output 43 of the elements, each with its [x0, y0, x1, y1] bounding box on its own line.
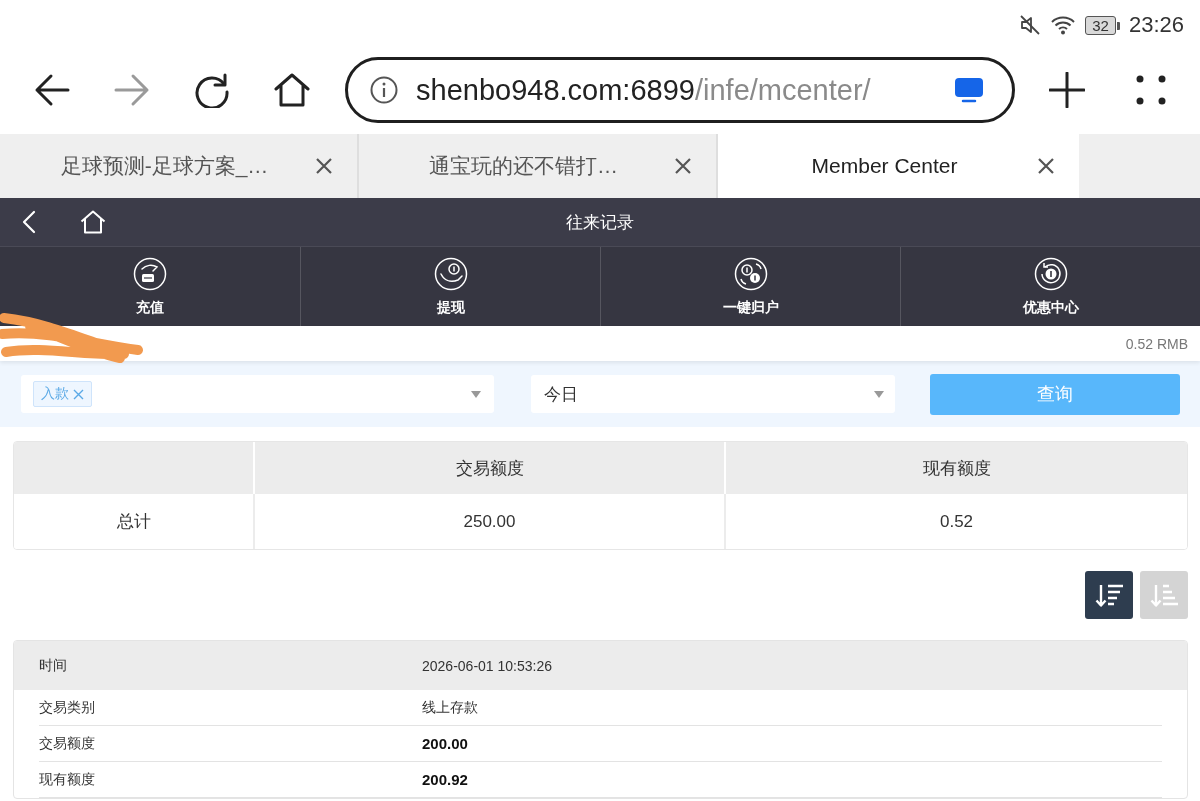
- period-select[interactable]: 今日: [531, 375, 895, 413]
- balance-text: 0.52 RMB: [1125, 335, 1188, 352]
- back-icon[interactable]: [22, 210, 36, 234]
- sort-descending-icon: [1094, 582, 1124, 608]
- field-value: 200.00: [422, 735, 469, 752]
- new-tab-icon[interactable]: [1049, 72, 1085, 108]
- reload-icon[interactable]: [194, 72, 230, 108]
- forward-icon[interactable]: [114, 72, 150, 108]
- mute-icon: [1019, 14, 1042, 36]
- field-label: 交易额度: [39, 734, 96, 753]
- column-header: 交易额度: [253, 442, 724, 494]
- coin-cycle-icon: [1033, 257, 1068, 291]
- close-icon[interactable]: [1037, 157, 1055, 175]
- caret-icon: [470, 389, 482, 399]
- field-value: 2026-06-01 10:53:26: [422, 657, 553, 674]
- screen-icon[interactable]: [954, 77, 984, 103]
- back-icon[interactable]: [34, 72, 70, 108]
- table-cell: 0.52: [724, 494, 1187, 549]
- browser-tab[interactable]: Member Center: [718, 134, 1079, 198]
- close-icon[interactable]: [674, 157, 692, 175]
- info-icon[interactable]: [370, 76, 398, 104]
- home-icon[interactable]: [274, 72, 310, 108]
- sort-ascending-icon: [1149, 582, 1179, 608]
- field-value: 线上存款: [422, 698, 479, 717]
- address-bar[interactable]: shenbo948.com:6899/infe/mcenter/: [345, 57, 1015, 123]
- close-icon[interactable]: [315, 157, 333, 175]
- field-value: 200.92: [422, 771, 469, 788]
- sort-descending-button[interactable]: [1085, 571, 1133, 619]
- url-host: shenbo948.com:6899: [416, 73, 695, 106]
- clock-time: 23:26: [1128, 12, 1184, 38]
- caret-icon: [873, 389, 885, 399]
- coin-icon: [433, 257, 468, 291]
- field-label: 交易类别: [39, 698, 96, 717]
- field-label: 时间: [39, 656, 68, 675]
- menu-item[interactable]: 充值: [0, 247, 300, 326]
- field-label: 现有额度: [39, 770, 96, 789]
- more-icon[interactable]: [1136, 75, 1166, 105]
- wifi-icon: [1050, 14, 1077, 36]
- coins-exchange-icon: [733, 257, 768, 291]
- url-path: /infe/mcenter/: [694, 73, 871, 106]
- page-title: 往来记录: [566, 211, 634, 234]
- column-header: 现有额度: [724, 442, 1187, 494]
- card-icon: [133, 257, 167, 291]
